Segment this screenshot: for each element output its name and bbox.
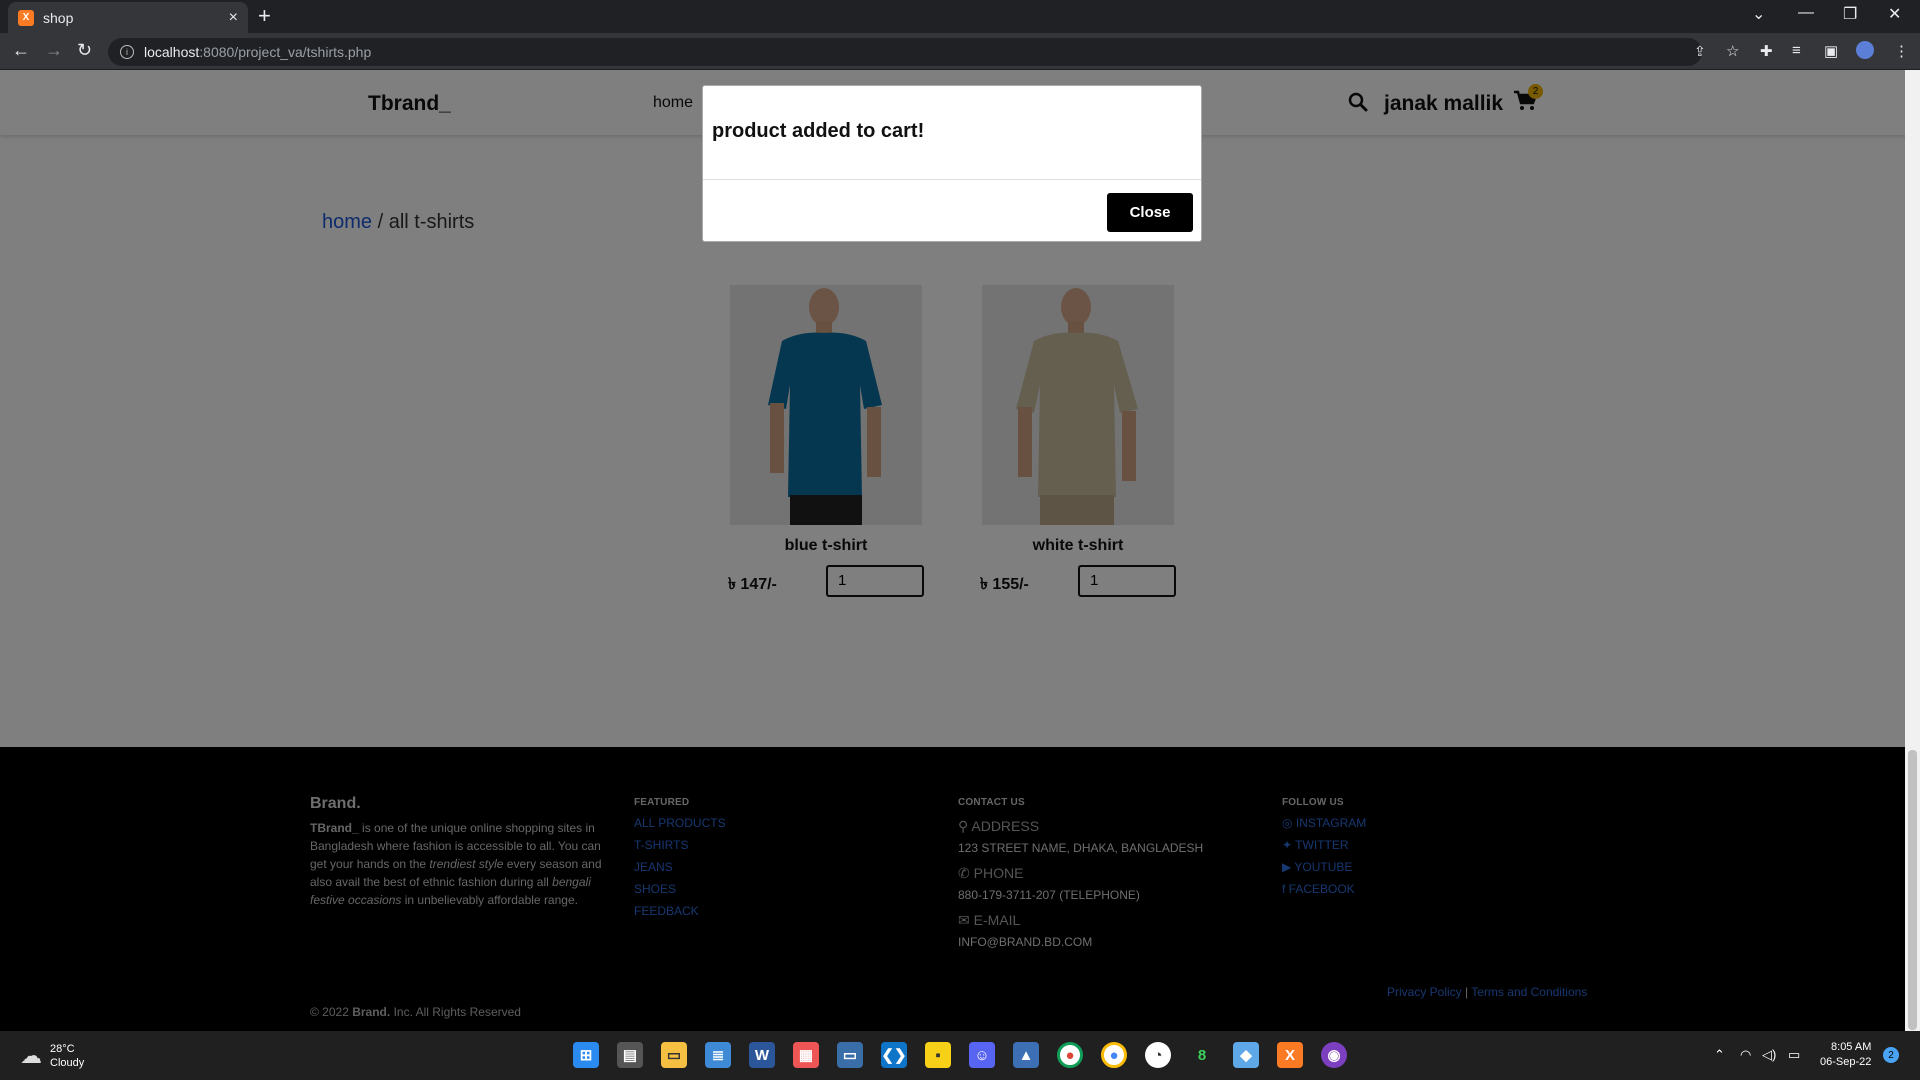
bookmark-star-icon[interactable]: ☆	[1726, 42, 1739, 60]
back-icon[interactable]: ←	[12, 40, 30, 61]
browser-tab[interactable]: X shop ×	[8, 2, 248, 33]
extensions-icon[interactable]: ✚	[1760, 42, 1773, 60]
file-explorer-icon[interactable]: ▭	[661, 1042, 687, 1068]
tab-search-icon[interactable]: ⌄	[1752, 4, 1765, 24]
github-desktop-icon[interactable]: ◉	[1321, 1042, 1347, 1068]
clock-app-icon[interactable]: ◔	[1145, 1042, 1171, 1068]
chrome-alt-icon[interactable]: ●	[1101, 1042, 1127, 1068]
xampp-icon[interactable]: X	[1277, 1042, 1303, 1068]
tab-title: shop	[43, 9, 74, 26]
browser-tab-strip: X shop × + ⌄ — ❐ ✕	[0, 0, 1920, 33]
start-icon[interactable]: ⊞	[573, 1042, 599, 1068]
discord-icon[interactable]: ☺	[969, 1042, 995, 1068]
modal-message: product added to cart!	[712, 120, 925, 142]
modal-divider	[703, 179, 1201, 180]
alert-modal: product added to cart! Close	[702, 85, 1202, 242]
media-icon[interactable]: ≡	[1792, 42, 1801, 59]
forward-icon[interactable]: →	[45, 40, 63, 61]
xampp-favicon-icon: X	[18, 9, 34, 26]
weather-temp: 28°C	[50, 1043, 75, 1055]
share-icon[interactable]: ⇪	[1694, 43, 1706, 60]
battery-icon[interactable]: ▭	[1788, 1047, 1800, 1063]
wifi-icon[interactable]: ◠	[1740, 1047, 1751, 1063]
clock-date: 06-Sep-22	[1820, 1056, 1872, 1068]
sticky-notes-icon[interactable]: ▪	[925, 1042, 951, 1068]
notepad-icon[interactable]: ≣	[705, 1042, 731, 1068]
clock-time: 8:05 AM	[1831, 1041, 1872, 1053]
remote-desktop-icon[interactable]: ▭	[837, 1042, 863, 1068]
tab-close-icon[interactable]: ×	[229, 9, 238, 27]
reload-icon[interactable]: ↻	[77, 40, 92, 61]
vscode-icon[interactable]: ❮❯	[881, 1042, 907, 1068]
store-icon[interactable]: ▦	[793, 1042, 819, 1068]
restore-icon[interactable]: ❐	[1843, 4, 1857, 24]
side-panel-icon[interactable]: ▣	[1824, 42, 1838, 60]
minimize-icon[interactable]: —	[1798, 4, 1814, 22]
notification-badge[interactable]: 2	[1883, 1047, 1899, 1063]
counter-app-icon[interactable]: 8	[1189, 1042, 1215, 1068]
page-scrollbar[interactable]	[1905, 70, 1920, 1031]
tray-overflow-icon[interactable]: ⌃	[1714, 1047, 1725, 1063]
weather-widget[interactable]: ☁ 28°C Cloudy	[20, 1042, 84, 1070]
address-bar[interactable]: i localhost:8080/project_va/tshirts.php …	[108, 38, 1739, 66]
system-clock[interactable]: 8:05 AM 06-Sep-22	[1820, 1040, 1871, 1070]
task-view-icon[interactable]: ▤	[617, 1042, 643, 1068]
volume-icon[interactable]: ◁)	[1762, 1047, 1776, 1063]
url-path: :8080/project_va/tshirts.php	[199, 44, 372, 60]
virtualbox-icon[interactable]: ◆	[1233, 1042, 1259, 1068]
window-close-icon[interactable]: ✕	[1888, 4, 1901, 24]
cloud-icon: ☁	[20, 1043, 42, 1068]
menu-icon[interactable]: ⋮	[1894, 42, 1909, 60]
chrome-icon[interactable]: ●	[1057, 1042, 1083, 1068]
weather-condition: Cloudy	[50, 1057, 85, 1069]
profile-avatar[interactable]	[1856, 41, 1874, 59]
word-icon[interactable]: W	[749, 1042, 775, 1068]
browser-toolbar: ← → ↻ i localhost:8080/project_va/tshirt…	[0, 33, 1920, 70]
modal-close-button[interactable]: Close	[1107, 193, 1193, 232]
photos-icon[interactable]: ▲	[1013, 1042, 1039, 1068]
windows-taskbar: ☁ 28°C Cloudy ⊞ ▤ ▭ ≣ W ▦ ▭ ❮❯ ▪ ☺ ▲ ● ●…	[0, 1031, 1920, 1080]
url-host: localhost	[144, 44, 200, 60]
scrollbar-thumb[interactable]	[1908, 750, 1917, 1030]
new-tab-button[interactable]: +	[258, 3, 271, 29]
site-info-icon[interactable]: i	[120, 45, 134, 59]
